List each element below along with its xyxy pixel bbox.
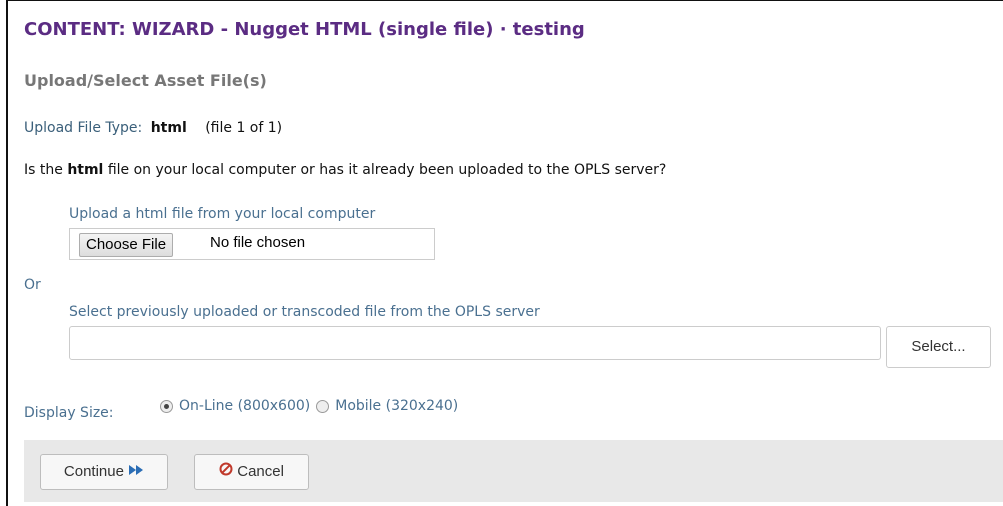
radio-online-label[interactable]: On-Line (800x600) <box>179 398 310 414</box>
select-label: Select previously uploaded or transcoded… <box>69 304 540 320</box>
or-separator: Or <box>24 277 41 293</box>
upload-label: Upload a html file from your local compu… <box>69 206 376 222</box>
file-input[interactable]: Choose File No file chosen <box>69 228 435 260</box>
cancel-label: Cancel <box>237 463 284 480</box>
radio-online[interactable] <box>160 399 173 413</box>
question-suffix: file on your local computer or has it al… <box>107 162 667 178</box>
radio-mobile-label[interactable]: Mobile (320x240) <box>335 398 458 414</box>
radio-mobile[interactable] <box>316 399 330 413</box>
file-status: No file chosen <box>210 234 306 251</box>
display-size-label: Display Size: <box>24 405 114 421</box>
display-size-radio-group: On-Line (800x600) Mobile (320x240) <box>160 398 464 414</box>
file-count-note: (file 1 of 1) <box>205 120 283 136</box>
file-type-value: html <box>150 120 187 136</box>
continue-button[interactable]: Continue <box>40 454 168 490</box>
ban-icon <box>219 455 233 489</box>
file-type-label: Upload File Type: <box>24 120 143 136</box>
continue-label: Continue <box>63 463 124 480</box>
section-subtitle: Upload/Select Asset File(s) <box>24 71 267 90</box>
file-type-row: Upload File Type: html (file 1 of 1) <box>24 120 282 136</box>
choose-file-button[interactable]: Choose File <box>79 233 174 257</box>
question-emphasis: html <box>67 162 104 178</box>
page-title: CONTENT: WIZARD - Nugget HTML (single fi… <box>24 19 585 40</box>
select-button[interactable]: Select... <box>886 326 991 368</box>
server-file-input[interactable] <box>69 326 881 360</box>
action-bar: Continue Cancel <box>24 440 1003 502</box>
fast-forward-icon <box>128 455 144 489</box>
question-prefix: Is the <box>24 162 63 178</box>
cancel-button[interactable]: Cancel <box>194 454 309 490</box>
location-question: Is the html file on your local computer … <box>24 162 666 178</box>
